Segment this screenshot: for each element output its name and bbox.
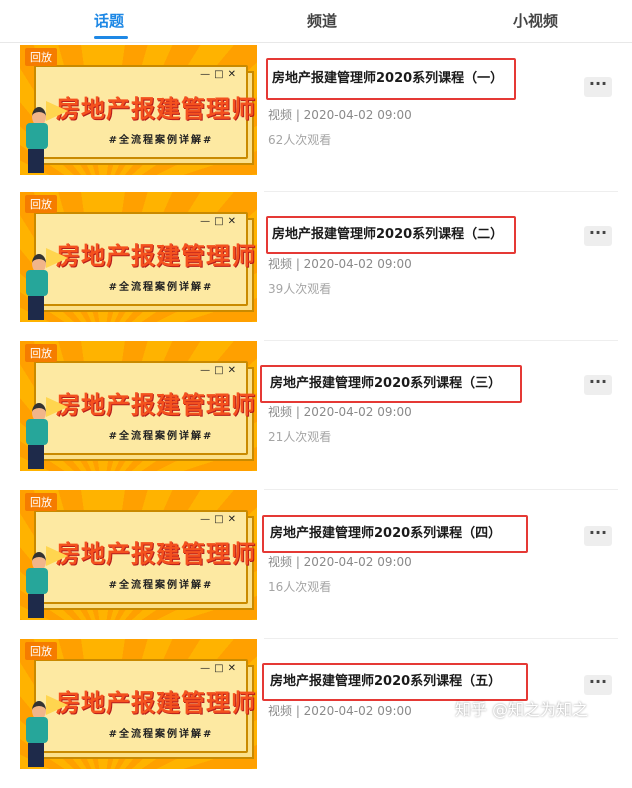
video-meta: 视频 | 2020-04-02 09:00 [268,704,412,718]
view-count: 62人次观看 [268,133,332,147]
video-meta: 视频 | 2020-04-02 09:00 [268,405,412,419]
thumbnail-headline: 房地产报建管理师 [56,689,256,717]
thumbnail-headline: 房地产报建管理师 [56,391,256,419]
tab-short-videos[interactable]: 小视频 [513,0,558,42]
title-highlight-box[interactable]: 房地产报建管理师2020系列课程（一） [266,58,516,100]
replay-badge: 回放 [25,344,57,362]
video-thumbnail[interactable]: —□✕ 房地产报建管理师 #全流程案例详解# 回放 [20,192,257,322]
list-item: —□✕ 房地产报建管理师 #全流程案例详解# 回放 房地产报建管理师2020系列… [0,490,632,639]
video-meta: 视频 | 2020-04-02 09:00 [268,108,412,122]
title-highlight-box[interactable]: 房地产报建管理师2020系列课程（三） [260,365,522,403]
video-title[interactable]: 房地产报建管理师2020系列课程（一） [272,67,503,86]
list-item: —□✕ 房地产报建管理师 #全流程案例详解# 回放 房地产报建管理师2020系列… [0,43,632,192]
view-count: 39人次观看 [268,282,332,296]
top-tab-bar: 话题 频道 小视频 [0,0,632,43]
window-controls-icon: —□✕ [200,69,240,80]
more-options-button[interactable]: ··· [584,674,612,695]
presenter-illustration [22,401,66,471]
thumbnail-headline: 房地产报建管理师 [56,540,256,568]
thumbnail-subline: #全流程案例详解# [108,431,214,442]
more-options-button[interactable]: ··· [584,76,612,97]
video-title[interactable]: 房地产报建管理师2020系列课程（四） [270,522,501,541]
window-controls-icon: —□✕ [200,216,240,227]
video-title[interactable]: 房地产报建管理师2020系列课程（五） [270,670,501,689]
list-item: —□✕ 房地产报建管理师 #全流程案例详解# 回放 房地产报建管理师2020系列… [0,192,632,341]
thumbnail-subline: #全流程案例详解# [108,580,214,591]
thumbnail-headline: 房地产报建管理师 [56,242,256,270]
presenter-illustration [22,105,66,175]
video-thumbnail[interactable]: —□✕ 房地产报建管理师 #全流程案例详解# 回放 [20,45,257,175]
thumbnail-subline: #全流程案例详解# [108,135,214,146]
view-count: 16人次观看 [268,580,332,594]
presenter-illustration [22,252,66,322]
video-title[interactable]: 房地产报建管理师2020系列课程（三） [270,372,501,391]
thumbnail-subline: #全流程案例详解# [108,729,214,740]
thumbnail-headline: 房地产报建管理师 [56,95,256,123]
video-title[interactable]: 房地产报建管理师2020系列课程（二） [272,223,503,242]
presenter-illustration [22,550,66,620]
thumbnail-subline: #全流程案例详解# [108,282,214,293]
replay-badge: 回放 [25,493,57,511]
video-meta: 视频 | 2020-04-02 09:00 [268,257,412,271]
list-item: —□✕ 房地产报建管理师 #全流程案例详解# 回放 房地产报建管理师2020系列… [0,341,632,490]
title-highlight-box[interactable]: 房地产报建管理师2020系列课程（四） [262,515,528,553]
replay-badge: 回放 [25,642,57,660]
title-highlight-box[interactable]: 房地产报建管理师2020系列课程（二） [266,216,516,254]
video-thumbnail[interactable]: —□✕ 房地产报建管理师 #全流程案例详解# 回放 [20,341,257,471]
window-controls-icon: —□✕ [200,514,240,525]
replay-badge: 回放 [25,195,57,213]
active-tab-indicator [94,36,128,39]
video-thumbnail[interactable]: —□✕ 房地产报建管理师 #全流程案例详解# 回放 [20,490,257,620]
video-thumbnail[interactable]: —□✕ 房地产报建管理师 #全流程案例详解# 回放 [20,639,257,769]
more-options-button[interactable]: ··· [584,225,612,246]
window-controls-icon: —□✕ [200,365,240,376]
window-controls-icon: —□✕ [200,663,240,674]
more-options-button[interactable]: ··· [584,525,612,546]
presenter-illustration [22,699,66,769]
video-meta: 视频 | 2020-04-02 09:00 [268,555,412,569]
watermark: 知乎 @知之为知之 [455,700,589,719]
tab-channels[interactable]: 频道 [307,0,337,42]
replay-badge: 回放 [25,48,57,66]
view-count: 21人次观看 [268,430,332,444]
more-options-button[interactable]: ··· [584,374,612,395]
